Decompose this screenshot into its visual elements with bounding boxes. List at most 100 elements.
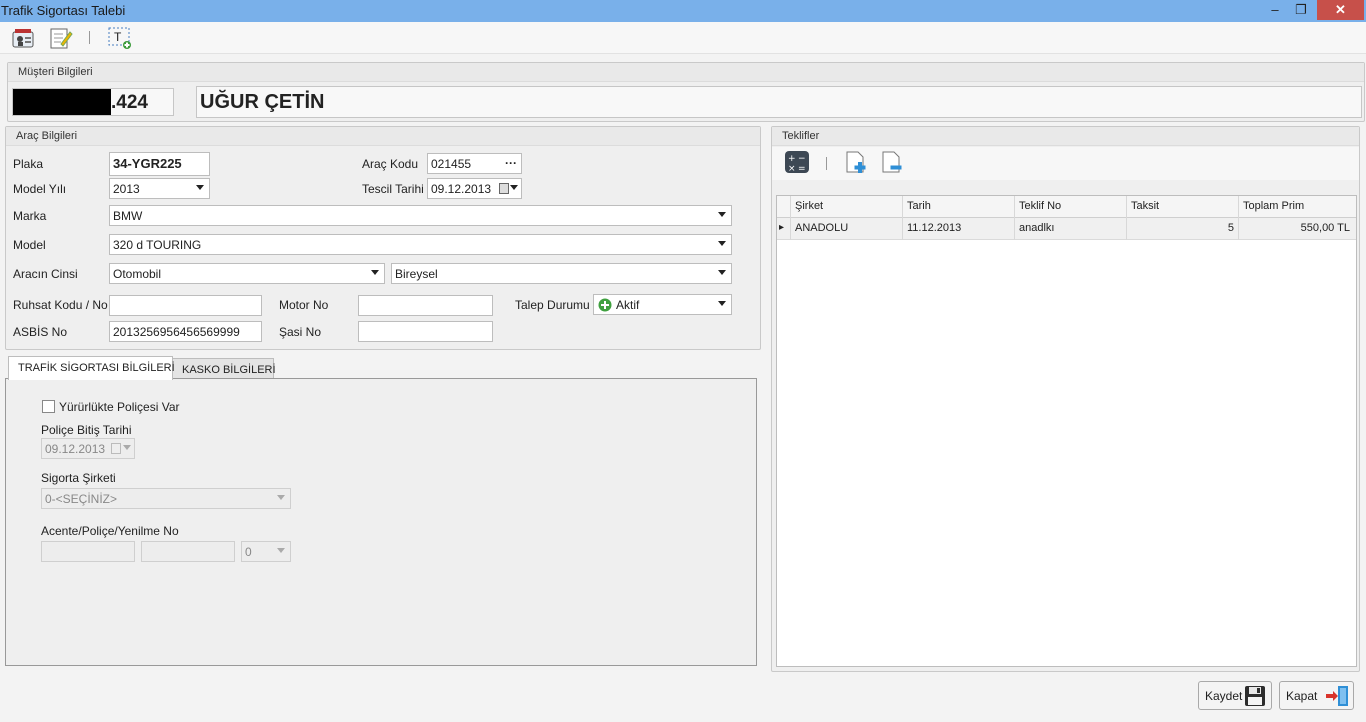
close-window-button[interactable]: ✕ bbox=[1317, 0, 1364, 20]
window-titlebar: Trafik Sigortası Talebi – ❐ ✕ bbox=[0, 0, 1366, 22]
customer-name: UĞUR ÇETİN bbox=[200, 91, 325, 113]
col-tarih[interactable]: Tarih bbox=[903, 196, 1015, 218]
col-sirket[interactable]: Şirket bbox=[791, 196, 903, 218]
floppy-disk-icon bbox=[1244, 685, 1266, 710]
ruhsat-label: Ruhsat Kodu / No bbox=[13, 298, 108, 312]
cins-select[interactable]: Otomobil bbox=[109, 263, 385, 284]
arac-kodu-value: 021455 bbox=[431, 157, 472, 171]
row-marker-icon: ▸ bbox=[777, 218, 791, 240]
svg-text:−: − bbox=[798, 154, 806, 164]
chevron-down-icon bbox=[277, 495, 285, 500]
end-date-picker[interactable]: 09.12.2013 bbox=[41, 438, 135, 459]
save-button-label: Kaydet bbox=[1205, 689, 1243, 703]
window-title: Trafik Sigortası Talebi bbox=[1, 3, 126, 18]
offers-header: Teklifler bbox=[772, 127, 1359, 146]
chevron-down-icon bbox=[510, 185, 518, 190]
chevron-down-icon bbox=[277, 548, 285, 553]
policy-no-input[interactable] bbox=[141, 541, 235, 562]
chevron-down-icon bbox=[123, 445, 131, 450]
talep-select[interactable]: Aktif bbox=[593, 294, 732, 315]
asbis-label: ASBİS No bbox=[13, 325, 68, 339]
calculator-icon[interactable]: + − × = bbox=[784, 150, 810, 174]
chevron-down-icon bbox=[718, 270, 726, 275]
arac-kodu-input[interactable]: 021455 ··· bbox=[427, 153, 522, 174]
customer-id-field[interactable]: .424 bbox=[12, 88, 174, 116]
kullanim-value: Bireysel bbox=[395, 267, 438, 281]
offers-toolbar-separator bbox=[826, 157, 827, 170]
calendar-icon bbox=[111, 443, 121, 454]
cell-taksit: 5 bbox=[1127, 218, 1239, 240]
col-taksit[interactable]: Taksit bbox=[1127, 196, 1239, 218]
cins-value: Otomobil bbox=[113, 267, 162, 281]
tab-traffic[interactable]: TRAFİK SİGORTASI BİLGİLERİ bbox=[8, 356, 175, 380]
end-date-label: Poliçe Bitiş Tarihi bbox=[41, 423, 132, 437]
ruhsat-input[interactable] bbox=[109, 295, 262, 316]
motor-label: Motor No bbox=[279, 298, 329, 312]
talep-label: Talep Durumu bbox=[515, 298, 590, 312]
table-row[interactable]: ▸ ANADOLU 11.12.2013 anadlkı 5 550,00 TL bbox=[777, 218, 1356, 240]
vehicle-info-header: Araç Bilgileri bbox=[6, 127, 760, 146]
agency-input[interactable] bbox=[41, 541, 135, 562]
sasi-label: Şasi No bbox=[279, 325, 322, 339]
remove-document-icon[interactable] bbox=[880, 150, 906, 174]
cell-teklif-no: anadlkı bbox=[1015, 218, 1127, 240]
add-document-icon[interactable] bbox=[844, 150, 870, 174]
minimize-button[interactable]: – bbox=[1262, 0, 1288, 20]
close-button-label: Kapat bbox=[1286, 689, 1318, 703]
exit-door-icon bbox=[1325, 685, 1349, 710]
policy-checkbox-label: Yürürlükte Poliçesi Var bbox=[59, 400, 180, 414]
text-field-add-icon[interactable]: T bbox=[107, 26, 133, 50]
marka-select[interactable]: BMW bbox=[109, 205, 732, 226]
chevron-down-icon bbox=[718, 301, 726, 306]
edit-note-icon[interactable] bbox=[48, 26, 74, 50]
asbis-input[interactable]: 2013256956456569999 bbox=[109, 321, 262, 342]
plaka-label: Plaka bbox=[13, 157, 44, 171]
col-teklif-no[interactable]: Teklif No bbox=[1015, 196, 1127, 218]
company-label: Sigorta Şirketi bbox=[41, 471, 116, 485]
cell-toplam-prim: 550,00 TL bbox=[1300, 222, 1350, 234]
company-select[interactable]: 0-<SEÇİNİZ> bbox=[41, 488, 291, 509]
renewal-select[interactable]: 0 bbox=[241, 541, 291, 562]
tescil-label: Tescil Tarihi bbox=[362, 182, 424, 196]
calendar-icon[interactable] bbox=[499, 183, 509, 194]
tescil-value: 09.12.2013 bbox=[431, 182, 492, 196]
chevron-down-icon bbox=[718, 212, 726, 217]
renewal-value: 0 bbox=[245, 545, 252, 559]
row-indicator-header bbox=[777, 196, 791, 218]
chevron-down-icon bbox=[718, 241, 726, 246]
tab-kasko[interactable]: KASKO BİLGİLERİ bbox=[172, 358, 276, 379]
sasi-input[interactable] bbox=[358, 321, 493, 342]
customer-card-icon[interactable] bbox=[11, 26, 37, 50]
marka-value: BMW bbox=[113, 209, 143, 223]
end-date-value: 09.12.2013 bbox=[45, 442, 106, 456]
chevron-down-icon bbox=[371, 270, 379, 275]
add-circle-icon bbox=[598, 298, 612, 314]
arac-kodu-browse-button[interactable]: ··· bbox=[505, 156, 517, 170]
model-select[interactable]: 320 d TOURING bbox=[109, 234, 732, 255]
policy-checkbox[interactable] bbox=[42, 400, 55, 413]
offers-grid: Şirket Tarih Teklif No Taksit Toplam Pri… bbox=[776, 195, 1357, 667]
model-yili-value: 2013 bbox=[113, 182, 140, 196]
col-toplam-prim[interactable]: Toplam Prim bbox=[1239, 196, 1354, 218]
save-button[interactable]: Kaydet bbox=[1198, 681, 1272, 710]
customer-name-field[interactable]: UĞUR ÇETİN bbox=[196, 86, 1362, 118]
svg-text:=: = bbox=[798, 164, 806, 174]
redacted-block bbox=[13, 89, 111, 115]
maximize-button[interactable]: ❐ bbox=[1288, 0, 1314, 20]
model-yili-label: Model Yılı bbox=[13, 182, 67, 196]
customer-info-header: Müşteri Bilgileri bbox=[8, 63, 1364, 82]
plaka-input[interactable]: 34-YGR225 bbox=[109, 152, 210, 176]
chevron-down-icon bbox=[196, 185, 204, 190]
toolbar-separator bbox=[89, 31, 90, 44]
model-yili-select[interactable]: 2013 bbox=[109, 178, 210, 199]
company-value: 0-<SEÇİNİZ> bbox=[45, 492, 118, 506]
tescil-date-picker[interactable]: 09.12.2013 bbox=[427, 178, 522, 199]
close-button[interactable]: Kapat bbox=[1279, 681, 1354, 710]
agency-label: Acente/Poliçe/Yenilme No bbox=[41, 524, 179, 538]
kullanim-select[interactable]: Bireysel bbox=[391, 263, 732, 284]
cins-label: Aracın Cinsi bbox=[13, 267, 78, 281]
customer-id-suffix: .424 bbox=[111, 92, 148, 113]
svg-text:+: + bbox=[788, 154, 796, 164]
cell-sirket: ANADOLU bbox=[791, 218, 903, 240]
motor-input[interactable] bbox=[358, 295, 493, 316]
